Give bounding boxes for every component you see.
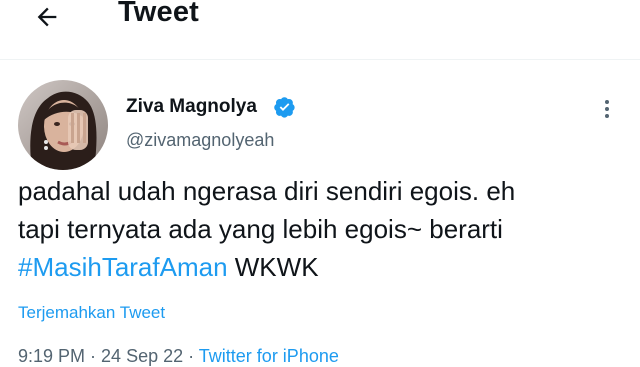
tweet-time[interactable]: 9:19 PM xyxy=(18,346,85,366)
tweet-date[interactable]: 24 Sep 22 xyxy=(101,346,183,366)
tweet-text-tail: WKWK xyxy=(227,252,319,282)
more-options-button[interactable] xyxy=(596,96,618,122)
header-divider xyxy=(0,59,640,60)
avatar[interactable] xyxy=(18,80,108,170)
top-bar: Tweet xyxy=(0,0,640,46)
arrow-left-icon xyxy=(37,7,57,27)
meta-separator: · xyxy=(183,346,199,366)
translate-tweet-link[interactable]: Terjemahkan Tweet xyxy=(18,303,165,323)
tweet-text-line-1: padahal udah ngerasa diri sendiri egois.… xyxy=(18,176,516,206)
back-button[interactable] xyxy=(30,2,64,32)
page-title: Tweet xyxy=(118,0,200,28)
tweet-text-line-3: #MasihTarafAman WKWK xyxy=(18,248,628,286)
avatar-image xyxy=(18,80,108,170)
verified-badge-icon xyxy=(274,97,295,118)
tweet-text-line-2: tapi ternyata ada yang lebih egois~ bera… xyxy=(18,214,503,244)
author-handle[interactable]: @zivamagnolyeah xyxy=(126,130,274,151)
author-display-name[interactable]: Ziva Magnolya xyxy=(126,96,257,118)
tweet-source-link[interactable]: Twitter for iPhone xyxy=(199,346,339,366)
hashtag-link[interactable]: #MasihTarafAman xyxy=(18,252,228,282)
meta-separator: · xyxy=(85,346,102,366)
tweet-text: padahal udah ngerasa diri sendiri egois.… xyxy=(18,172,628,286)
more-vertical-icon xyxy=(605,100,609,104)
tweet-meta: 9:19 PM · 24 Sep 22 · Twitter for iPhone xyxy=(18,346,339,367)
